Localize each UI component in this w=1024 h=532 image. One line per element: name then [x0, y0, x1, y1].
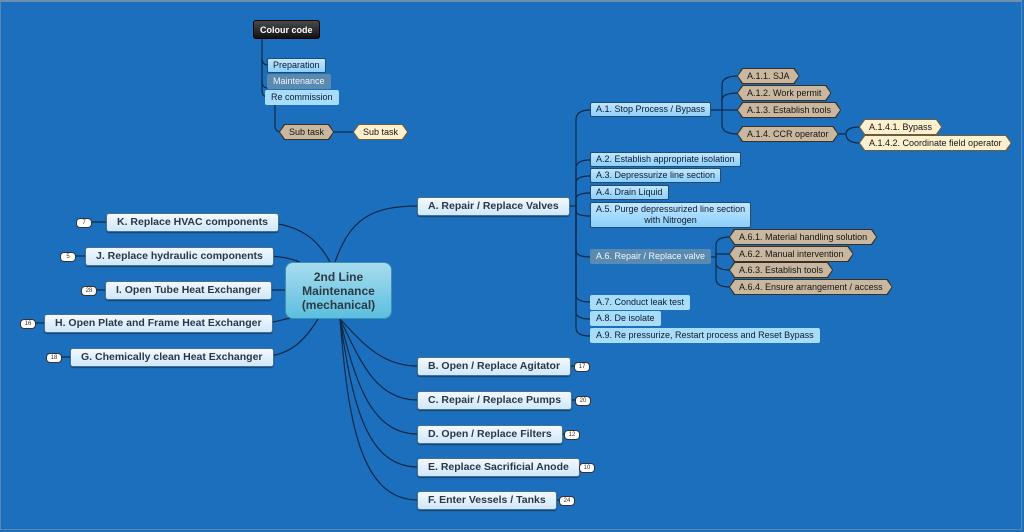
task-a61[interactable]: A.6.1. Material handling solution — [730, 230, 876, 244]
branch-i-tube-hx[interactable]: I. Open Tube Heat Exchanger — [105, 281, 273, 300]
task-a6[interactable]: A.6. Repair / Replace valve — [590, 249, 712, 264]
count-badge[interactable]: 5 — [60, 252, 76, 262]
connector-lines — [33, 38, 861, 501]
task-a12[interactable]: A.1.2. Work permit — [738, 86, 830, 100]
task-a2[interactable]: A.2. Establish appropriate isolation — [590, 152, 741, 167]
central-topic[interactable]: 2nd Line Maintenance (mechanical) — [285, 262, 392, 319]
count-badge[interactable]: 17 — [574, 362, 590, 372]
task-a4[interactable]: A.4. Drain Liquid — [590, 185, 669, 200]
task-a63[interactable]: A.6.3. Establish tools — [730, 263, 832, 277]
branch-h-plate-hx[interactable]: H. Open Plate and Frame Heat Exchanger — [44, 314, 273, 333]
task-a14[interactable]: A.1.4. CCR operator — [738, 127, 838, 141]
task-a1[interactable]: A.1. Stop Process / Bypass — [590, 102, 712, 117]
task-a9[interactable]: A.9. Re pressurize, Restart process and … — [590, 328, 820, 343]
task-a141[interactable]: A.1.4.1. Bypass — [860, 120, 941, 134]
branch-b-agitator[interactable]: B. Open / Replace Agitator — [417, 357, 572, 376]
count-badge[interactable]: 20 — [575, 396, 591, 406]
branch-c-pumps[interactable]: C. Repair / Replace Pumps — [417, 391, 573, 410]
count-badge[interactable]: 12 — [564, 430, 580, 440]
count-badge[interactable]: 10 — [579, 463, 595, 473]
task-a3[interactable]: A.3. Depressurize line section — [590, 168, 722, 183]
branch-f-vessels[interactable]: F. Enter Vessels / Tanks — [417, 491, 557, 510]
branch-connector — [339, 318, 419, 468]
legend-title[interactable]: Colour code — [253, 20, 320, 39]
legend-recommission[interactable]: Re commission — [265, 90, 339, 105]
branch-d-filters[interactable]: D. Open / Replace Filters — [417, 425, 563, 444]
legend-maintenance[interactable]: Maintenance — [267, 74, 331, 89]
task-a7[interactable]: A.7. Conduct leak test — [590, 295, 691, 310]
task-a5[interactable]: A.5. Purge depressurized line section wi… — [590, 202, 752, 228]
branch-a-valves[interactable]: A. Repair / Replace Valves — [417, 197, 570, 216]
task-a5-line2: with Nitrogen — [644, 215, 697, 225]
legend-connector — [274, 105, 283, 133]
task-a142[interactable]: A.1.4.2. Coordinate field operator — [860, 136, 1011, 150]
branch-connector — [339, 318, 419, 501]
count-badge[interactable]: 28 — [81, 286, 97, 296]
legend-subtask-cream[interactable]: Sub task — [354, 125, 407, 139]
task-a62[interactable]: A.6.2. Manual intervention — [730, 247, 853, 261]
task-a13[interactable]: A.1.3. Establish tools — [738, 103, 840, 117]
legend-preparation[interactable]: Preparation — [267, 58, 326, 73]
task-a64[interactable]: A.6.4. Ensure arrangement / access — [730, 280, 892, 294]
task-a8[interactable]: A.8. De isolate — [590, 311, 661, 326]
branch-j-hydraulic[interactable]: J. Replace hydraulic components — [85, 247, 274, 266]
branch-e-anode[interactable]: E. Replace Sacrificial Anode — [417, 458, 580, 477]
legend-subtask-brown[interactable]: Sub task — [280, 125, 333, 139]
count-badge[interactable]: 7 — [76, 218, 92, 228]
task-a5-line1: A.5. Purge depressurized line section — [596, 204, 746, 214]
branch-connector — [334, 205, 419, 263]
count-badge[interactable]: 16 — [20, 319, 36, 329]
count-badge[interactable]: 18 — [46, 353, 62, 363]
count-badge[interactable]: 24 — [559, 496, 575, 506]
branch-g-chem-clean[interactable]: G. Chemically clean Heat Exchanger — [70, 348, 274, 367]
task-a11[interactable]: A.1.1. SJA — [738, 69, 799, 83]
branch-k-hvac[interactable]: K. Replace HVAC components — [106, 213, 279, 232]
